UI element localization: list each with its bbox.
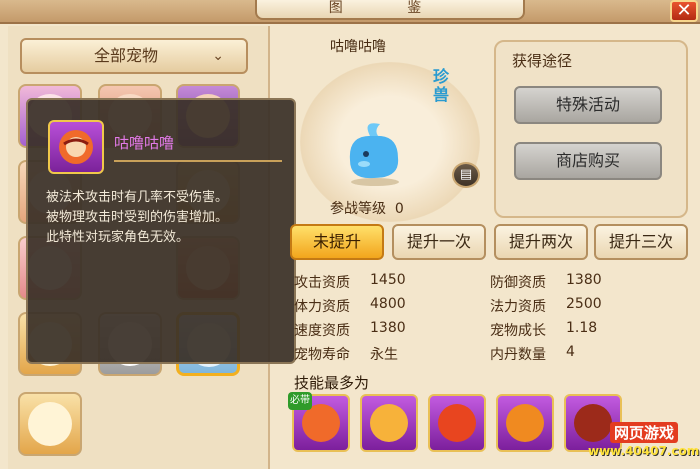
battle-level-label: 参战等级 (330, 201, 386, 217)
category-label: 全部宠物 (94, 46, 159, 65)
tab-not-upgraded[interactable]: 未提升 (290, 224, 384, 260)
category-select[interactable]: 全部宠物 ⌄ (20, 38, 248, 74)
stat-value: 2500 (566, 296, 602, 312)
stats-panel: 攻击资质 1450 防御资质 1380 体力资质 4800 法力资质 2500 … (286, 264, 690, 368)
source-title: 获得途径 (512, 52, 573, 70)
close-button[interactable]: ✕ (670, 0, 698, 22)
stat-label: 体力资质 (294, 299, 350, 315)
skill-slot[interactable] (360, 394, 418, 452)
stat-value: 永生 (370, 347, 398, 363)
site-watermark: 网页游戏 www.40407.com (568, 420, 700, 466)
chevron-down-icon: ⌄ (212, 48, 224, 64)
stat-label: 宠物寿命 (294, 347, 350, 363)
chat-bubble-icon: ▤ (459, 167, 473, 182)
stat-value: 4 (566, 344, 575, 360)
trait-icon (48, 120, 104, 174)
close-icon: ✕ (676, 0, 692, 21)
battle-level: 参战等级 0 (330, 198, 404, 218)
stat-value: 4800 (370, 296, 406, 312)
tooltip-title: 咕噜咕噜 (114, 134, 175, 152)
stat-value: 1380 (370, 320, 406, 336)
window-title: 图 鉴 (255, 0, 525, 20)
watermark-title: 网页游戏 (610, 422, 679, 443)
must-have-badge: 必带 (288, 392, 312, 410)
shop-buy-button[interactable]: 商店购买 (514, 142, 662, 180)
stat-value: 1450 (370, 272, 406, 288)
skills-title: 技能最多为 (294, 374, 370, 392)
stat-label: 宠物成长 (490, 323, 546, 339)
stat-label: 法力资质 (490, 299, 546, 315)
tooltip-divider (114, 160, 282, 162)
stat-label: 速度资质 (294, 323, 350, 339)
pet-sprite (340, 118, 410, 192)
tooltip-line: 被法术攻击时有几率不受伤害。 (46, 190, 229, 205)
rarity-badge: 珍兽 (432, 67, 449, 104)
tooltip-description: 被法术攻击时有几率不受伤害。 被物理攻击时受到的伤害增加。 此特性对玩家角色无效… (46, 188, 286, 248)
tooltip-line: 此特性对玩家角色无效。 (46, 230, 190, 245)
pet-name: 咕噜咕噜 (330, 39, 386, 55)
stat-label: 内丹数量 (490, 347, 546, 363)
stat-label: 防御资质 (490, 275, 546, 291)
battle-level-value: 0 (394, 201, 404, 217)
skill-slot[interactable] (496, 394, 554, 452)
pet-slot[interactable] (18, 392, 82, 456)
stat-value: 1.18 (566, 320, 598, 336)
tab-upgrade-once[interactable]: 提升一次 (392, 224, 486, 260)
tab-upgrade-thrice[interactable]: 提升三次 (594, 224, 688, 260)
stat-label: 攻击资质 (294, 275, 350, 291)
special-event-button[interactable]: 特殊活动 (514, 86, 662, 124)
pet-trait-tooltip: 咕噜咕噜 被法术攻击时有几率不受伤害。 被物理攻击时受到的伤害增加。 此特性对玩… (26, 98, 296, 364)
skill-slot[interactable] (428, 394, 486, 452)
tooltip-line: 被物理攻击时受到的伤害增加。 (46, 210, 229, 225)
tab-upgrade-twice[interactable]: 提升两次 (494, 224, 588, 260)
comment-button[interactable]: ▤ (452, 162, 480, 188)
stat-value: 1380 (566, 272, 602, 288)
watermark-url: www.40407.com (588, 444, 700, 458)
